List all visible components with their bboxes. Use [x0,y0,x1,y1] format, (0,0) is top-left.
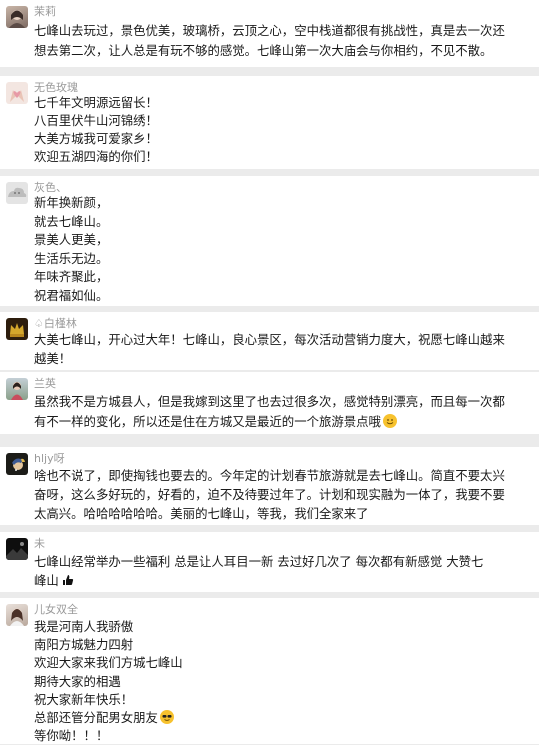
comment-line: 七千年文明源远留长！ [34,95,158,110]
comment-line: 越美！ [34,351,72,366]
comment-line: 大美方城我可爱家乡！ [34,131,158,146]
comment-card: 儿女双全 我是河南人我骄傲 南阳方城魅力四射 欢迎大家来我们方城七峰山 期待大家… [0,598,539,744]
comment-username[interactable]: 兰英 [34,377,56,391]
comment-text: 七千年文明源远留长！ 八百里伏牛山河锦绣！ 大美方城我可爱家乡！ 欢迎五湖四海的… [34,94,531,166]
comment-line: 大美七峰山，开心过大年！七峰山，良心景区，每次活动营销力度大，祝愿七峰山越来 [34,332,505,347]
comment-line: 景美人更美， [34,232,109,247]
comment-line: 祝君福如仙。 [34,287,109,303]
comment-text: 大美七峰山，开心过大年！七峰山，良心景区，每次活动营销力度大，祝愿七峰山越来 越… [34,330,531,368]
comment-text: 啥也不说了，即使掏钱也要去的。今年定的计划春节旅游就是去七峰山。简直不要太兴 奋… [34,466,531,523]
comment-line: 太高兴。哈哈哈哈哈哈。美丽的七峰山，等我，我们全家来了 [34,506,369,521]
comment-line: 总部还管分配男女朋友 [34,709,531,727]
comment-line: 欢迎五湖四海的你们！ [34,149,158,164]
comment-text: 虽然我不是方城县人，但是我嫁到这里了也去过很多次，感觉特别漂亮，而且每一次都 有… [34,392,531,432]
comment-card: 茉莉 七峰山去玩过，景色优美，玻璃桥，云顶之心，空中栈道都很有挑战性，真是去一次… [0,0,539,67]
comment-line: 祝大家新年快乐！ [34,691,134,707]
comment-card: 未 七峰山经常举办一些福利 总是让人耳目一新 去过好几次了 每次都有新感觉 大赞… [0,532,539,592]
comment-feed: 茉莉 七峰山去玩过，景色优美，玻璃桥，云顶之心，空中栈道都很有挑战性，真是去一次… [0,0,539,744]
comment-line-text: 总部还管分配男女朋友 [34,710,158,726]
comment-line: 想去第二次，让人总是有玩不够的感觉。七峰山第一次大庙会与你相约，不见不散。 [34,43,493,58]
comment-line: 虽然我不是方城县人，但是我嫁到这里了也去过很多次，感觉特别漂亮，而且每一次都 [34,394,505,409]
comment-username[interactable]: 儿女双全 [34,603,78,617]
comment-line: 有不一样的变化，所以还是住在方城又是最近的一个旅游景点哦 [34,412,531,432]
dark-landscape-avatar[interactable] [6,538,28,560]
comment-text: 我是河南人我骄傲 南阳方城魅力四射 欢迎大家来我们方城七峰山 期待大家的相遇 祝… [34,618,531,745]
comment-line: 峰山 [34,571,531,590]
comment-line: 欢迎大家来我们方城七峰山 [34,655,183,671]
hands-heart-avatar[interactable] [6,82,28,104]
comment-username[interactable]: 茉莉 [34,5,56,19]
comment-line: 南阳方城魅力四射 [34,637,134,653]
comment-card: 无色玫瑰 七千年文明源远留长！ 八百里伏牛山河锦绣！ 大美方城我可爱家乡！ 欢迎… [0,76,539,169]
comment-card: hljy呀 啥也不说了，即使掏钱也要去的。今年定的计划春节旅游就是去七峰山。简直… [0,447,539,525]
comment-card: ♤白槿林 大美七峰山，开心过大年！七峰山，良心景区，每次活动营销力度大，祝愿七峰… [0,312,539,370]
comment-line: 奋呀，这么多好玩的，好看的，迫不及待要过年了。计划和现实融为一体了，我要不要 [34,487,505,502]
comment-username[interactable]: ♤白槿林 [34,317,77,331]
comment-username[interactable]: 未 [34,537,45,551]
pearl-earring-girl-avatar[interactable] [6,453,28,475]
thumbs-up-emoji [61,573,75,587]
smile-emoji [382,414,397,428]
sunglasses-emoji [159,710,174,725]
comment-line: 生活乐无边。 [34,250,109,266]
comment-line: 啥也不说了，即使掏钱也要去的。今年定的计划春节旅游就是去七峰山。简直不要太兴 [34,468,505,483]
comment-text: 新年换新颜， 就去七峰山。 景美人更美， 生活乐无边。 年味齐聚此， 祝君福如仙… [34,194,531,305]
comment-line: 期待大家的相遇 [34,673,121,689]
comment-line: 我是河南人我骄傲 [34,619,134,634]
comment-line: 新年换新颜， [34,195,109,210]
golden-crown-avatar[interactable] [6,318,28,340]
comment-text: 七峰山经常举办一些福利 总是让人耳目一新 去过好几次了 每次都有新感觉 大赞七 … [34,552,531,590]
comment-line: 七峰山去玩过，景色优美，玻璃桥，云顶之心，空中栈道都很有挑战性，真是去一次还 [34,23,505,38]
girl-portrait-avatar[interactable] [6,604,28,626]
comment-username[interactable]: hljy呀 [34,452,65,466]
woman-portrait-avatar[interactable] [6,6,28,28]
comment-line: 年味齐聚此， [34,269,109,284]
comment-username[interactable]: 无色玫瑰 [34,81,78,95]
comment-line: 七峰山经常举办一些福利 总是让人耳目一新 去过好几次了 每次都有新感觉 大赞七 [34,554,484,569]
comment-card: 兰英 虽然我不是方城县人，但是我嫁到这里了也去过很多次，感觉特别漂亮，而且每一次… [0,372,539,434]
comment-card: 灰色、 新年换新颜， 就去七峰山。 景美人更美， 生活乐无边。 年味齐聚此， 祝… [0,176,539,306]
comment-text: 七峰山去玩过，景色优美，玻璃桥，云顶之心，空中栈道都很有挑战性，真是去一次还 想… [34,21,531,61]
comment-line-text: 有不一样的变化，所以还是住在方城又是最近的一个旅游景点哦 [34,414,381,429]
comment-line: 等你呦！！！ [34,728,109,744]
woman-outdoor-avatar[interactable] [6,378,28,400]
default-gray-avatar[interactable] [6,182,28,204]
comment-username[interactable]: 灰色、 [34,181,67,195]
comment-line-text: 峰山 [34,573,59,588]
comment-line: 就去七峰山。 [34,213,109,229]
comment-line: 八百里伏牛山河锦绣！ [34,113,158,128]
